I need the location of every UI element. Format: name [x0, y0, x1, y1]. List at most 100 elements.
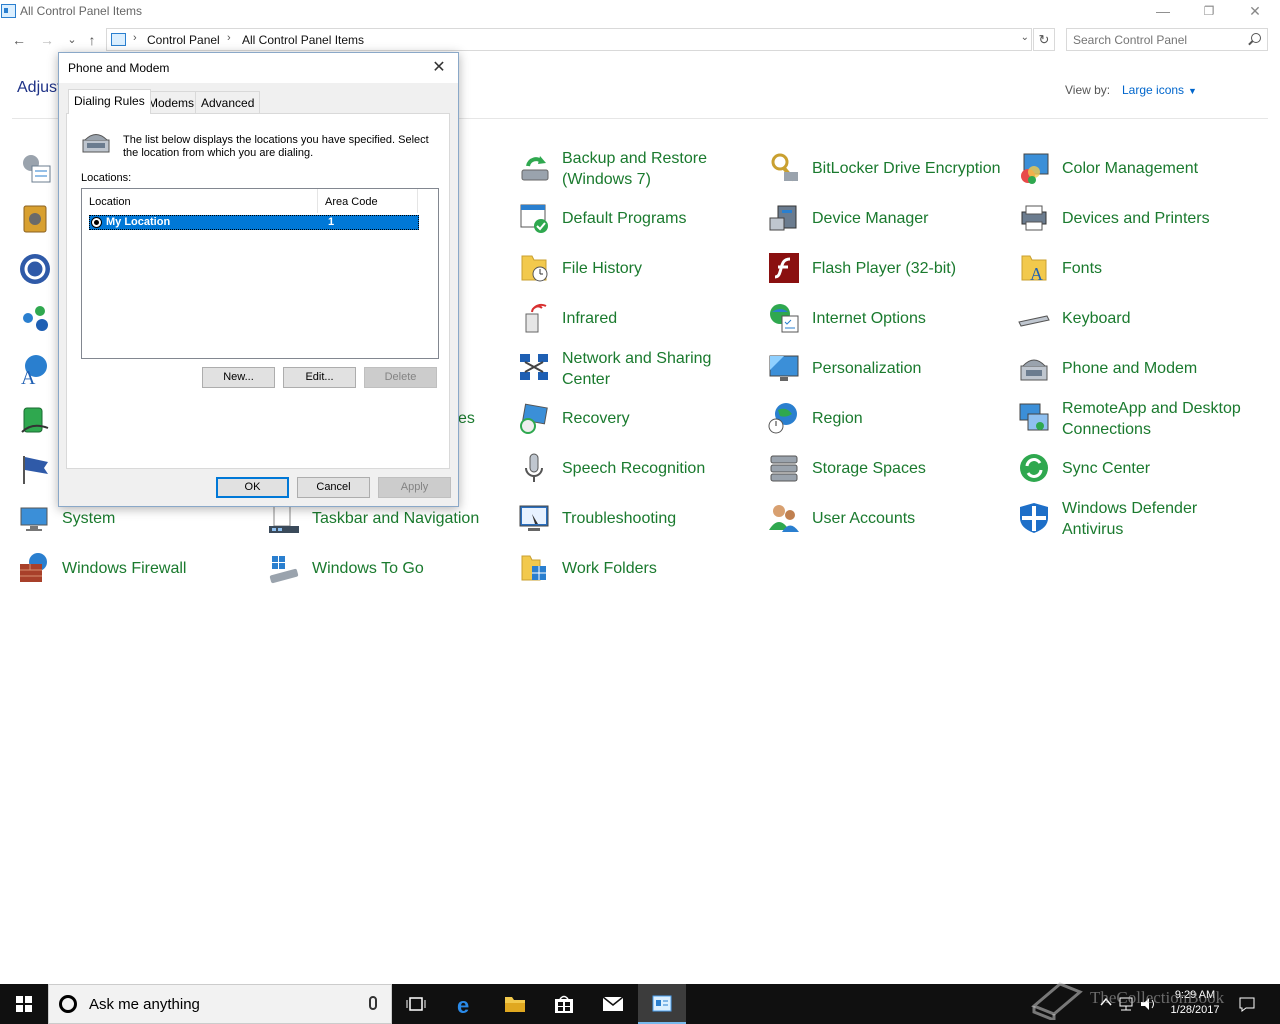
- tab-dialing-rules[interactable]: Dialing Rules: [68, 89, 151, 114]
- view-by-dropdown[interactable]: Large icons ▼: [1122, 83, 1197, 97]
- cp-item-color-management[interactable]: Color Management: [1018, 148, 1268, 188]
- store-button[interactable]: [540, 984, 588, 1024]
- cp-item-windows-firewall[interactable]: Windows Firewall: [18, 548, 228, 588]
- close-button[interactable]: ✕: [1232, 0, 1278, 24]
- cp-item-devices-printers[interactable]: Devices and Printers: [1018, 198, 1268, 238]
- microphone-icon[interactable]: [369, 996, 377, 1010]
- breadcrumb-separator[interactable]: ›: [227, 32, 231, 44]
- new-button[interactable]: New...: [202, 367, 275, 388]
- tab-advanced[interactable]: Advanced: [195, 91, 261, 113]
- address-dropdown-icon[interactable]: ⌄: [1021, 32, 1029, 43]
- cp-item-file-history[interactable]: File History: [518, 248, 748, 288]
- breadcrumb-control-panel[interactable]: Control Panel: [147, 33, 220, 47]
- cp-item-network-sharing[interactable]: Network and Sharing Center: [518, 348, 748, 394]
- apply-button[interactable]: Apply: [378, 477, 451, 498]
- cp-item-troubleshooting[interactable]: Troubleshooting: [518, 498, 748, 538]
- item-label[interactable]: Devices and Printers: [1062, 208, 1210, 229]
- cp-item-storage-spaces[interactable]: Storage Spaces: [768, 448, 1008, 488]
- item-label[interactable]: Windows Firewall: [62, 558, 186, 579]
- item-label[interactable]: Infrared: [562, 308, 617, 329]
- search-box[interactable]: [1066, 28, 1268, 51]
- admin-tools-icon[interactable]: [20, 152, 52, 184]
- cortana-placeholder[interactable]: Ask me anything: [89, 996, 200, 1013]
- edit-button[interactable]: Edit...: [283, 367, 356, 388]
- item-label[interactable]: File History: [562, 258, 642, 279]
- item-label[interactable]: Work Folders: [562, 558, 657, 579]
- view-by-value[interactable]: Large icons: [1122, 83, 1184, 97]
- cp-item-backup-restore[interactable]: Backup and Restore (Windows 7): [518, 148, 748, 194]
- item-label[interactable]: Phone and Modem: [1062, 358, 1197, 379]
- minimize-button[interactable]: —: [1140, 0, 1186, 24]
- item-label[interactable]: BitLocker Drive Encryption: [812, 158, 1001, 179]
- up-button[interactable]: ↑: [82, 28, 102, 52]
- cp-item-flash-player[interactable]: Flash Player (32-bit): [768, 248, 1008, 288]
- cp-item-remoteapp[interactable]: RemoteApp and Desktop Connections: [1018, 398, 1268, 444]
- cp-item-fonts[interactable]: A Fonts: [1018, 248, 1268, 288]
- item-label[interactable]: Windows Defender Antivirus: [1062, 498, 1262, 540]
- search-icon[interactable]: [1251, 33, 1261, 43]
- cp-item-internet-options[interactable]: Internet Options: [768, 298, 1008, 338]
- start-button[interactable]: [0, 984, 48, 1024]
- refresh-button[interactable]: ↻: [1033, 28, 1055, 51]
- item-label[interactable]: System: [62, 508, 115, 529]
- control-panel-taskbar-button[interactable]: [638, 984, 686, 1024]
- security-maintenance-icon[interactable]: [18, 452, 52, 486]
- cp-item-user-accounts[interactable]: User Accounts: [768, 498, 1008, 538]
- cp-item-speech-recognition[interactable]: Speech Recognition: [518, 448, 748, 488]
- back-button[interactable]: ←: [9, 28, 29, 52]
- column-header-location[interactable]: Location: [82, 189, 318, 213]
- item-label[interactable]: Color Management: [1062, 158, 1198, 179]
- file-explorer-button[interactable]: [491, 984, 539, 1024]
- cortana-search-box[interactable]: Ask me anything: [48, 984, 392, 1024]
- item-label[interactable]: RemoteApp and Desktop Connections: [1062, 398, 1262, 440]
- edge-button[interactable]: e: [443, 984, 491, 1024]
- dialog-close-button[interactable]: ✕: [426, 56, 452, 80]
- ok-button[interactable]: OK: [216, 477, 289, 498]
- item-label[interactable]: Personalization: [812, 358, 921, 379]
- cp-item-windows-defender[interactable]: Windows Defender Antivirus: [1018, 498, 1268, 544]
- breadcrumb-all-items[interactable]: All Control Panel Items: [242, 33, 364, 47]
- item-label[interactable]: Region: [812, 408, 863, 429]
- item-label[interactable]: User Accounts: [812, 508, 915, 529]
- default-location-radio[interactable]: [91, 217, 102, 228]
- item-label[interactable]: Recovery: [562, 408, 630, 429]
- location-row[interactable]: My Location 1: [89, 215, 419, 230]
- cp-item-recovery[interactable]: Recovery: [518, 398, 748, 438]
- cp-item-bitlocker[interactable]: BitLocker Drive Encryption: [768, 148, 1008, 188]
- power-options-icon[interactable]: [18, 402, 52, 436]
- item-label[interactable]: Internet Options: [812, 308, 926, 329]
- ease-of-access-icon[interactable]: [18, 252, 52, 286]
- item-label-partial[interactable]: es: [458, 408, 475, 429]
- item-label[interactable]: Windows To Go: [312, 558, 424, 579]
- language-icon[interactable]: A: [18, 352, 52, 386]
- locations-list[interactable]: Location Area Code My Location 1: [81, 188, 439, 359]
- item-label[interactable]: Network and Sharing Center: [562, 348, 742, 390]
- item-label[interactable]: Keyboard: [1062, 308, 1131, 329]
- item-label[interactable]: Fonts: [1062, 258, 1102, 279]
- recent-locations-button[interactable]: ⌄: [62, 28, 82, 52]
- breadcrumb-separator[interactable]: ›: [133, 32, 137, 44]
- search-input[interactable]: [1073, 32, 1243, 48]
- cancel-button[interactable]: Cancel: [297, 477, 370, 498]
- cp-item-personalization[interactable]: Personalization: [768, 348, 1008, 388]
- autoplay-icon[interactable]: [20, 202, 52, 234]
- cp-item-phone-modem[interactable]: Phone and Modem: [1018, 348, 1268, 388]
- cp-item-device-manager[interactable]: Device Manager: [768, 198, 1008, 238]
- caret-down-icon[interactable]: ▼: [1188, 86, 1197, 96]
- cp-item-default-programs[interactable]: Default Programs: [518, 198, 748, 238]
- item-label[interactable]: Device Manager: [812, 208, 929, 229]
- item-label[interactable]: Default Programs: [562, 208, 687, 229]
- cp-item-keyboard[interactable]: Keyboard: [1018, 298, 1268, 338]
- item-label[interactable]: Storage Spaces: [812, 458, 926, 479]
- mail-button[interactable]: [589, 984, 637, 1024]
- cp-item-work-folders[interactable]: Work Folders: [518, 548, 748, 588]
- task-view-button[interactable]: [392, 984, 440, 1024]
- notifications-icon[interactable]: [1238, 996, 1256, 1012]
- item-label[interactable]: Taskbar and Navigation: [312, 508, 479, 529]
- restore-button[interactable]: ❐: [1186, 0, 1232, 24]
- item-label[interactable]: Speech Recognition: [562, 458, 705, 479]
- item-label[interactable]: Backup and Restore (Windows 7): [562, 148, 742, 190]
- address-bar[interactable]: › Control Panel › All Control Panel Item…: [106, 28, 1032, 51]
- item-label[interactable]: Troubleshooting: [562, 508, 676, 529]
- delete-button[interactable]: Delete: [364, 367, 437, 388]
